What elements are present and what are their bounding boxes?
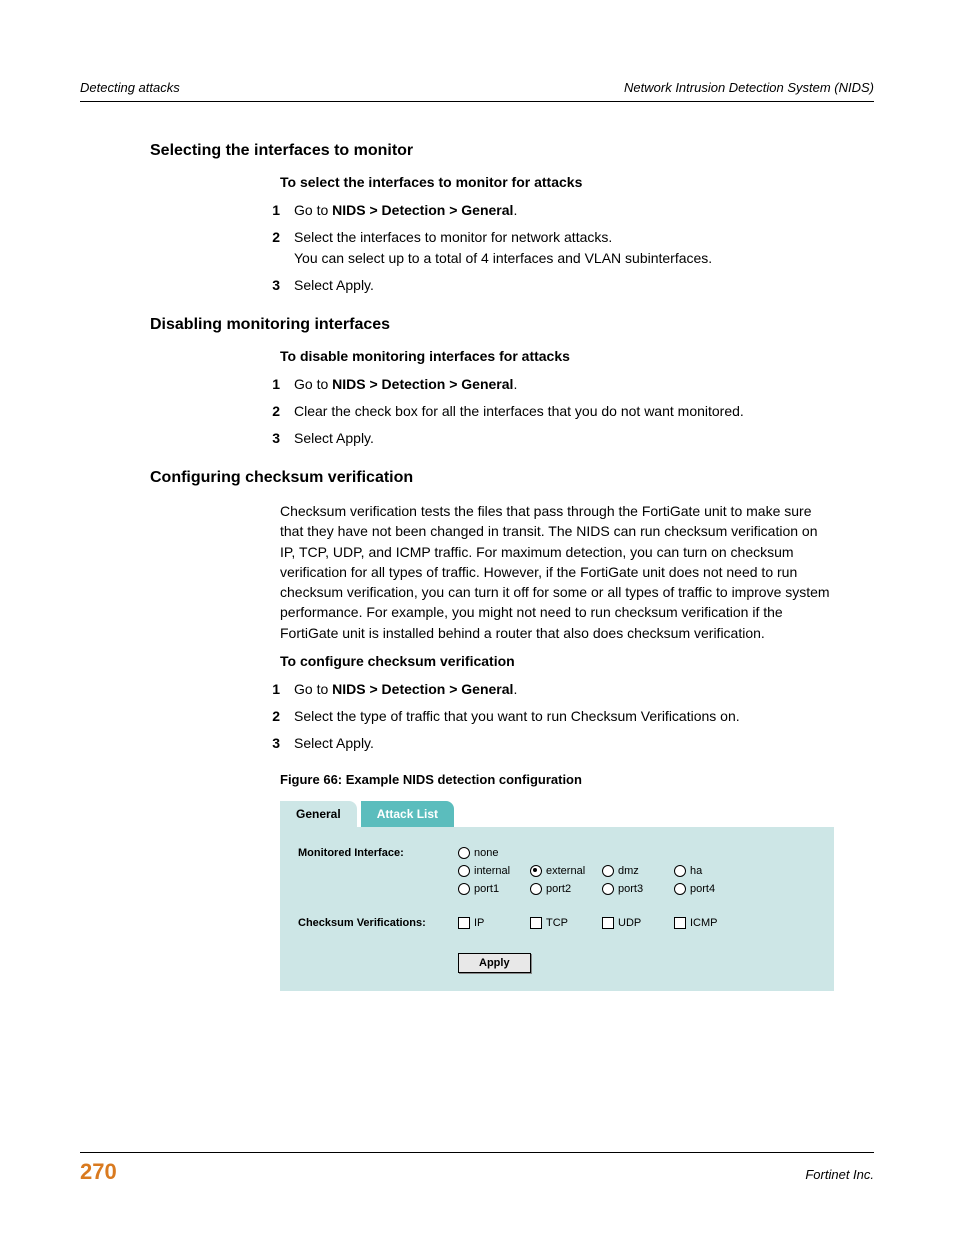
procedure-heading: To select the interfaces to monitor for … [280,174,874,190]
procedure-heading: To disable monitoring interfaces for att… [280,348,874,364]
step-item: 2 Clear the check box for all the interf… [250,401,874,422]
row-monitored-interface: Monitored Interface: none internal exter… [298,847,816,897]
step-item: 1 Go to NIDS > Detection > General. [250,679,874,700]
step-number: 3 [250,428,294,449]
step-body: Select Apply. [294,275,874,296]
step-body: Go to NIDS > Detection > General. [294,200,874,221]
row-checksum-verifications: Checksum Verifications: IP TCP UDP ICMP [298,917,816,931]
label-monitored-interface: Monitored Interface: [298,847,458,859]
figure-nids-config: General Attack List Monitored Interface:… [280,797,834,991]
radio-port1[interactable]: port1 [458,883,522,895]
tabs-row: General Attack List [280,797,834,827]
radio-none[interactable]: none [458,847,522,859]
step-body: Go to NIDS > Detection > General. [294,679,874,700]
page-footer: 270 Fortinet Inc. [80,1152,874,1185]
header-right: Network Intrusion Detection System (NIDS… [624,80,874,95]
tab-general[interactable]: General [280,801,357,827]
radio-port3[interactable]: port3 [602,883,666,895]
checkbox-tcp[interactable]: TCP [530,917,594,929]
step-number: 1 [250,679,294,700]
section-heading-checksum: Configuring checksum verification [150,469,874,487]
procedure-heading: To configure checksum verification [280,653,874,669]
step-item: 1 Go to NIDS > Detection > General. [250,200,874,221]
step-body: Go to NIDS > Detection > General. [294,374,874,395]
step-number: 1 [250,374,294,395]
step-item: 3 Select Apply. [250,733,874,754]
step-item: 3 Select Apply. [250,428,874,449]
step-number: 3 [250,275,294,296]
label-checksum-verifications: Checksum Verifications: [298,917,458,929]
apply-button[interactable]: Apply [458,953,531,973]
step-body: Select Apply. [294,733,874,754]
step-item: 2 Select the interfaces to monitor for n… [250,227,874,269]
page-header: Detecting attacks Network Intrusion Dete… [80,80,874,102]
step-body: Clear the check box for all the interfac… [294,401,874,422]
radio-ha[interactable]: ha [674,865,714,877]
step-number: 2 [250,401,294,422]
step-number: 2 [250,227,294,269]
step-number: 1 [250,200,294,221]
step-number: 2 [250,706,294,727]
step-item: 1 Go to NIDS > Detection > General. [250,374,874,395]
radio-internal[interactable]: internal [458,865,522,877]
radio-dmz[interactable]: dmz [602,865,666,877]
panel-general: Monitored Interface: none internal exter… [280,827,834,991]
step-body: Select the type of traffic that you want… [294,706,874,727]
step-body: Select the interfaces to monitor for net… [294,227,874,269]
checkbox-icmp[interactable]: ICMP [674,917,738,929]
footer-company: Fortinet Inc. [805,1167,874,1182]
section-heading-disable-monitoring: Disabling monitoring interfaces [150,316,874,334]
checkbox-udp[interactable]: UDP [602,917,666,929]
step-item: 3 Select Apply. [250,275,874,296]
radio-port2[interactable]: port2 [530,883,594,895]
radio-external[interactable]: external [530,865,594,877]
page-number: 270 [80,1159,117,1185]
step-item: 2 Select the type of traffic that you wa… [250,706,874,727]
step-number: 3 [250,733,294,754]
step-body: Select Apply. [294,428,874,449]
paragraph-checksum-desc: Checksum verification tests the files th… [280,501,834,643]
radio-port4[interactable]: port4 [674,883,738,895]
header-left: Detecting attacks [80,80,180,95]
checkbox-ip[interactable]: IP [458,917,522,929]
section-heading-select-interfaces: Selecting the interfaces to monitor [150,142,874,160]
figure-caption: Figure 66: Example NIDS detection config… [280,772,874,787]
tab-attack-list[interactable]: Attack List [361,801,454,827]
